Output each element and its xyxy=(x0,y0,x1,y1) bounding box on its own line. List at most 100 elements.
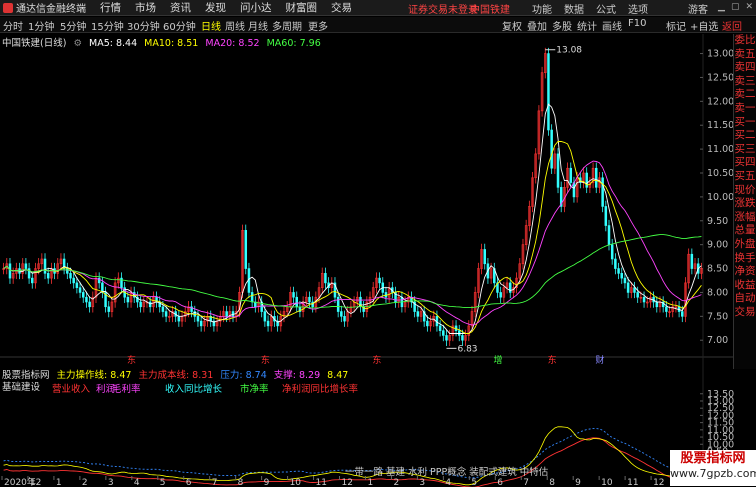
side-item[interactable]: 委比 xyxy=(734,34,756,48)
time-tick-label: 11 xyxy=(627,478,638,487)
candle-body xyxy=(607,225,611,245)
candle-body xyxy=(626,282,630,293)
candle-body xyxy=(308,296,311,303)
high-label: 13.08 xyxy=(556,46,582,56)
price-tick-label: 7.00 xyxy=(707,335,728,346)
candle-body xyxy=(75,282,79,288)
event-marker[interactable]: 东 xyxy=(127,354,136,366)
price-tick-label: 8.50 xyxy=(707,264,728,275)
concept-tags: 一带一路 基建 水利 PPP概念 装配式建筑 中特估 xyxy=(345,467,549,478)
side-item[interactable]: 涨跌 xyxy=(734,197,756,211)
candle-body xyxy=(556,153,560,188)
kline-chart[interactable]: 13.00 12.50 12.00 11.50 11.00 10.50 10.00 9.50 9… xyxy=(0,0,756,487)
side-item[interactable]: 买四 xyxy=(734,156,756,170)
side-item[interactable]: 卖五 xyxy=(734,48,756,62)
candle-body xyxy=(483,249,486,265)
time-tick-label: 8 xyxy=(549,478,555,487)
candle-body xyxy=(665,306,668,312)
time-tick-label: 4 xyxy=(134,478,140,487)
side-item[interactable]: 买三 xyxy=(734,143,756,157)
time-tick-label: 12 xyxy=(342,478,353,487)
sector-label: 基础建设 xyxy=(2,382,41,393)
candle-body xyxy=(107,306,110,312)
candle-body xyxy=(78,287,82,293)
candle-body xyxy=(642,296,646,303)
time-tick-label: 9 xyxy=(575,478,581,487)
candle-body xyxy=(164,311,168,317)
side-item[interactable]: 收益 xyxy=(734,279,756,293)
side-item[interactable]: 自动 xyxy=(734,292,756,306)
time-tick-label: 11 xyxy=(316,478,327,487)
candle-body xyxy=(66,268,69,274)
event-marker[interactable]: 东 xyxy=(372,354,381,366)
time-tick-label: 10 xyxy=(601,478,613,487)
indicator-line5: 8.47 xyxy=(327,370,349,381)
candle-body xyxy=(85,296,88,303)
candle-body xyxy=(43,258,47,274)
candle-body xyxy=(72,277,75,284)
event-marker[interactable]: 东 xyxy=(261,354,270,366)
time-tick-label: 4 xyxy=(445,478,451,487)
candle-body xyxy=(88,301,91,308)
price-tick-label: 8.00 xyxy=(707,287,728,298)
candle-body xyxy=(572,182,576,198)
indicator-header: 股票指标网 主力操作线: 8.47 主力成本线: 8.31 压力: 8.74 支… xyxy=(2,367,352,381)
watermark-logo: 股票指标网 www.7gpzb.com xyxy=(670,450,756,486)
side-item[interactable]: 买二 xyxy=(734,129,756,143)
candle-body xyxy=(24,263,28,269)
side-item[interactable]: 换手 xyxy=(734,252,756,266)
price-tick-label: 11.50 xyxy=(707,120,734,131)
side-item[interactable]: 总量 xyxy=(734,224,756,238)
candle-body xyxy=(601,177,604,207)
time-tick-label: 5 xyxy=(160,478,166,487)
time-tick-label: 12 xyxy=(30,478,41,487)
candle-body xyxy=(617,268,620,274)
event-marker[interactable]: 财 xyxy=(595,354,604,366)
fundamental-label: 毛利率 xyxy=(112,384,141,395)
side-item[interactable]: 涨幅 xyxy=(734,211,756,225)
candle-body xyxy=(442,330,445,336)
indicator-line1: 主力操作线: 8.47 xyxy=(56,370,132,381)
candle-body xyxy=(604,206,608,226)
time-tick-label: 6 xyxy=(186,478,192,487)
side-item[interactable]: 卖一 xyxy=(734,102,756,116)
candle-body xyxy=(547,53,550,131)
time-tick-label: 1 xyxy=(56,478,62,487)
time-tick-label: 12 xyxy=(653,478,664,487)
candle-body xyxy=(8,263,12,279)
event-marker[interactable]: 增 xyxy=(493,354,502,366)
candle-body xyxy=(148,301,152,308)
candle-body xyxy=(46,273,50,279)
side-item[interactable]: 卖三 xyxy=(734,75,756,89)
candle-body xyxy=(461,335,464,341)
side-item[interactable]: 现价 xyxy=(734,184,756,198)
time-tick-label: 9 xyxy=(264,478,270,487)
candle-body xyxy=(81,292,85,298)
fundamental-label: 营业收入 xyxy=(52,384,91,395)
time-tick-label: 7 xyxy=(212,478,218,487)
side-item[interactable]: 买一 xyxy=(734,116,756,130)
price-tick-label: 7.50 xyxy=(707,311,728,322)
event-marker[interactable]: 东 xyxy=(548,354,557,366)
candle-body xyxy=(295,296,298,308)
time-tick-label: 3 xyxy=(419,478,425,487)
low-label: 6.83 xyxy=(457,344,477,354)
candle-body xyxy=(426,320,429,327)
side-item[interactable]: 净资 xyxy=(734,265,756,279)
side-item[interactable]: 交易 xyxy=(734,306,756,320)
side-item[interactable]: 卖四 xyxy=(734,61,756,75)
time-tick-label: 6 xyxy=(497,478,503,487)
side-item[interactable]: 卖二 xyxy=(734,88,756,102)
candle-body xyxy=(569,167,573,183)
side-item[interactable]: 买五 xyxy=(734,170,756,184)
candle-body xyxy=(550,129,553,169)
candle-body xyxy=(177,316,181,322)
indicator-line2: 主力成本线: 8.31 xyxy=(138,370,214,381)
candle-body xyxy=(508,282,512,293)
price-tick-label: 9.00 xyxy=(707,240,728,251)
indicator-line4: 支撑: 8.29 xyxy=(273,370,321,381)
price-tick-label: 9.50 xyxy=(707,216,728,227)
side-item[interactable]: 外盘 xyxy=(734,238,756,252)
fundamental-label: 收入同比增长 xyxy=(165,384,223,395)
candle-body xyxy=(633,287,636,293)
